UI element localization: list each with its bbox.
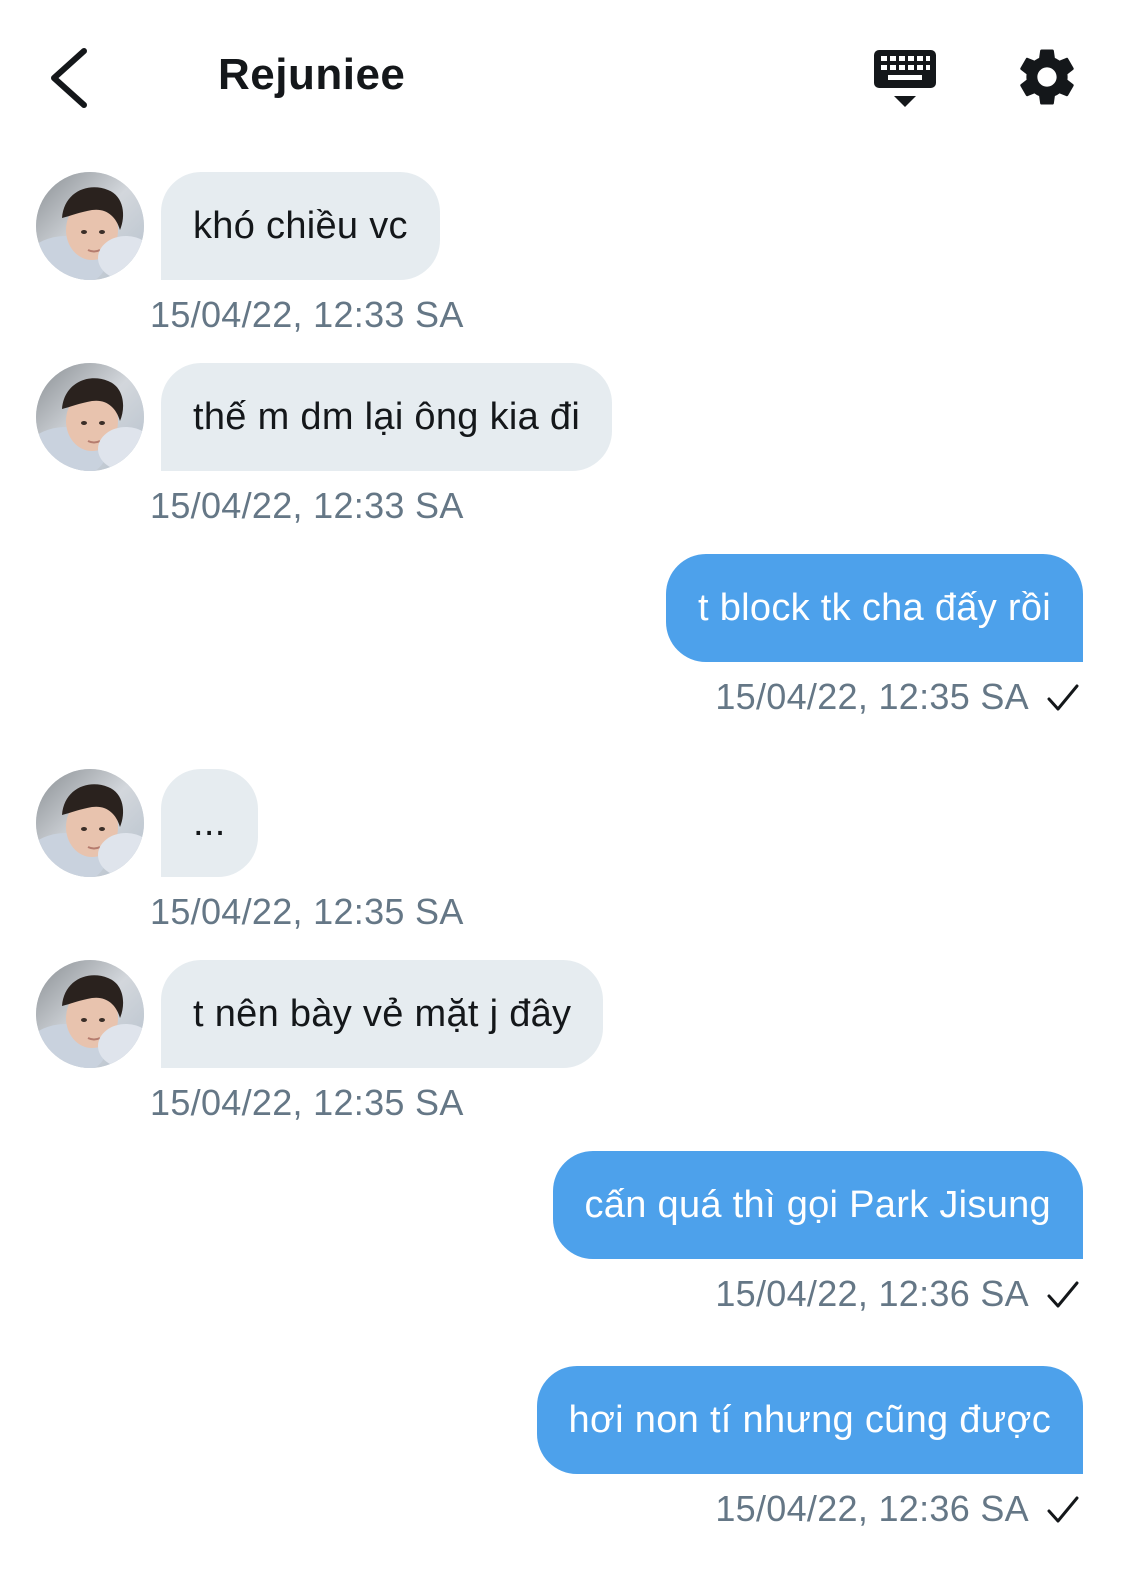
message-timestamp: 15/04/22, 12:35 SA: [715, 676, 1029, 717]
message-bubble[interactable]: khó chiều vc: [161, 172, 440, 280]
avatar[interactable]: [36, 960, 144, 1068]
message-timestamp: 15/04/22, 12:35 SA: [150, 1082, 464, 1123]
avatar-image: [36, 172, 144, 280]
message-bubble[interactable]: t nên bày vẻ mặt j đây: [161, 960, 604, 1068]
avatar-image: [36, 960, 144, 1068]
avatar[interactable]: [36, 363, 144, 471]
message-bubble[interactable]: thế m dm lại ông kia đi: [161, 363, 613, 471]
message-timestamp: 15/04/22, 12:33 SA: [150, 294, 464, 335]
settings-button[interactable]: [1014, 44, 1080, 110]
message-timestamp: 15/04/22, 12:33 SA: [150, 485, 464, 526]
checkmark-icon: [1047, 1281, 1079, 1308]
message-bubble[interactable]: t block tk cha đấy rồi: [666, 554, 1083, 662]
message-timestamp: 15/04/22, 12:36 SA: [715, 1488, 1029, 1529]
avatar-image: [36, 363, 144, 471]
conversation-header: Rejuniee: [0, 0, 1125, 150]
avatar[interactable]: [36, 769, 144, 877]
message-bubble[interactable]: cấn quá thì gọi Park Jisung: [552, 1151, 1083, 1259]
page-title: Rejuniee: [218, 50, 406, 99]
message-bubble[interactable]: hơi non tí nhưng cũng được: [536, 1366, 1083, 1474]
message-timestamp: 15/04/22, 12:35 SA: [150, 891, 464, 932]
checkmark-icon: [1047, 1496, 1079, 1523]
message-timestamp: 15/04/22, 12:36 SA: [715, 1273, 1029, 1314]
keyboard-icon: [874, 50, 936, 107]
avatar-image: [36, 769, 144, 877]
checkmark-icon: [1047, 684, 1079, 711]
message-bubble[interactable]: ...: [161, 769, 258, 877]
back-button[interactable]: [38, 40, 98, 116]
back-arrow-icon: [51, 48, 87, 108]
gear-icon: [1020, 49, 1074, 105]
keyboard-button[interactable]: [870, 44, 940, 114]
avatar[interactable]: [36, 172, 144, 280]
